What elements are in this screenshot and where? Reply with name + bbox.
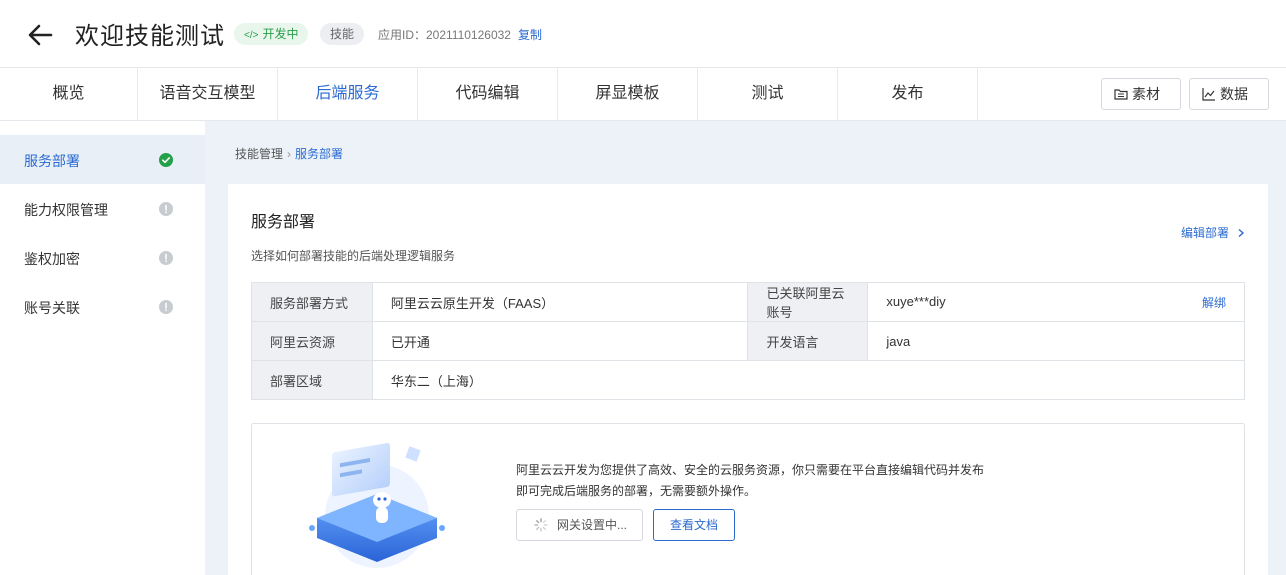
check-circle-icon bbox=[159, 153, 173, 167]
table-row: 部署区域 华东二（上海） bbox=[251, 360, 1246, 400]
chevron-right-icon: › bbox=[287, 147, 292, 161]
sidebar-item-label: 能力权限管理 bbox=[24, 202, 108, 218]
table-key-cell: 开发语言 bbox=[747, 321, 869, 361]
folder-icon bbox=[1114, 89, 1128, 100]
status-badge: </> 开发中 bbox=[234, 23, 309, 45]
tab-code-edit[interactable]: 代码编辑 bbox=[418, 68, 558, 120]
table-key-cell: 部署区域 bbox=[251, 360, 373, 400]
sidebar-item-label: 鉴权加密 bbox=[24, 251, 80, 267]
line-chart-icon bbox=[1202, 88, 1215, 101]
deploy-info-table: 服务部署方式 阿里云云原生开发（FAAS） 已关联阿里云账号 xuye***di… bbox=[251, 282, 1246, 400]
top-header: 欢迎技能测试 </> 开发中 技能 应用ID：2021110126032 复制 bbox=[0, 0, 1286, 68]
sidebar-item-auth-encryption[interactable]: 鉴权加密 bbox=[0, 233, 205, 282]
cloud-robot-illustration bbox=[309, 442, 445, 568]
sidebar-item-label: 服务部署 bbox=[24, 153, 80, 169]
gateway-setting-button[interactable]: 网关设置中... bbox=[516, 509, 643, 541]
sidebar-item-service-deploy[interactable]: 服务部署 bbox=[0, 135, 205, 184]
table-key-cell: 已关联阿里云账号 bbox=[747, 282, 869, 322]
page-title: 欢迎技能测试 bbox=[75, 23, 225, 50]
gateway-setting-label: 网关设置中... bbox=[557, 518, 628, 532]
promo-description: 阿里云云开发为您提供了高效、安全的云服务资源，你只需要在平台直接编辑代码并发布即… bbox=[516, 463, 985, 498]
table-value-cell: 已开通 bbox=[371, 321, 749, 361]
view-docs-button[interactable]: 查看文档 bbox=[653, 509, 735, 541]
tab-overview[interactable]: 概览 bbox=[0, 68, 138, 120]
tab-publish[interactable]: 发布 bbox=[838, 68, 978, 120]
edit-deploy-link[interactable]: 编辑部署 bbox=[1181, 224, 1246, 241]
loading-spinner-icon bbox=[534, 518, 548, 532]
app-id-label: 应用ID：2021110126032 bbox=[378, 28, 511, 42]
sidebar: 服务部署 能力权限管理 鉴权加密 账号关联 bbox=[0, 121, 205, 575]
info-circle-icon bbox=[159, 251, 173, 265]
tab-backend-service[interactable]: 后端服务 bbox=[278, 68, 418, 120]
edit-deploy-label: 编辑部署 bbox=[1181, 226, 1230, 240]
copy-link[interactable]: 复制 bbox=[518, 26, 542, 43]
cloud-dev-promo: 阿里云云开发为您提供了高效、安全的云服务资源，你只需要在平台直接编辑代码并发布即… bbox=[251, 423, 1245, 575]
back-arrow-icon[interactable] bbox=[25, 20, 55, 50]
linked-account-value: xuye***diy bbox=[886, 293, 946, 309]
breadcrumb-parent[interactable]: 技能管理 bbox=[235, 147, 283, 161]
breadcrumb-current: 服务部署 bbox=[295, 147, 344, 161]
info-circle-icon bbox=[159, 300, 173, 314]
card-description: 选择如何部署技能的后端处理逻辑服务 bbox=[251, 249, 456, 263]
table-value-cell: xuye***diy 解绑 bbox=[867, 282, 1245, 322]
sidebar-item-label: 账号关联 bbox=[24, 300, 80, 316]
status-badge-label: 开发中 bbox=[262, 27, 299, 41]
tab-voice-model[interactable]: 语音交互模型 bbox=[138, 68, 278, 120]
table-value-cell: 华东二（上海） bbox=[371, 360, 1246, 400]
breadcrumb: 技能管理 › 服务部署 bbox=[235, 145, 343, 162]
service-deploy-card: 服务部署 选择如何部署技能的后端处理逻辑服务 编辑部署 服务部署方式 阿里云云原… bbox=[228, 184, 1268, 575]
materials-button[interactable]: 素材 bbox=[1101, 78, 1181, 110]
tab-screen-template[interactable]: 屏显模板 bbox=[558, 68, 698, 120]
code-icon: </> bbox=[244, 30, 259, 41]
info-circle-icon bbox=[159, 202, 173, 216]
table-row: 阿里云资源 已开通 开发语言 java bbox=[251, 321, 1245, 361]
data-button-label: 数据 bbox=[1220, 86, 1248, 102]
table-row: 服务部署方式 阿里云云原生开发（FAAS） 已关联阿里云账号 xuye***di… bbox=[251, 282, 1245, 322]
tab-test[interactable]: 测试 bbox=[698, 68, 838, 120]
unbind-link[interactable]: 解绑 bbox=[1202, 294, 1226, 311]
data-button[interactable]: 数据 bbox=[1189, 78, 1269, 110]
nav-tab-bar: 概览 语音交互模型 后端服务 代码编辑 屏显模板 测试 发布 素材 数据 bbox=[0, 68, 1286, 121]
table-value-cell: 阿里云云原生开发（FAAS） bbox=[371, 282, 749, 322]
table-key-cell: 服务部署方式 bbox=[251, 282, 373, 322]
sidebar-item-permission[interactable]: 能力权限管理 bbox=[0, 184, 205, 233]
table-value-cell: java bbox=[867, 321, 1245, 361]
table-key-cell: 阿里云资源 bbox=[251, 321, 373, 361]
type-badge: 技能 bbox=[320, 23, 365, 45]
sidebar-item-account-link[interactable]: 账号关联 bbox=[0, 282, 205, 331]
chevron-right-icon bbox=[1238, 228, 1245, 238]
card-title: 服务部署 bbox=[251, 214, 316, 231]
materials-button-label: 素材 bbox=[1132, 86, 1160, 102]
